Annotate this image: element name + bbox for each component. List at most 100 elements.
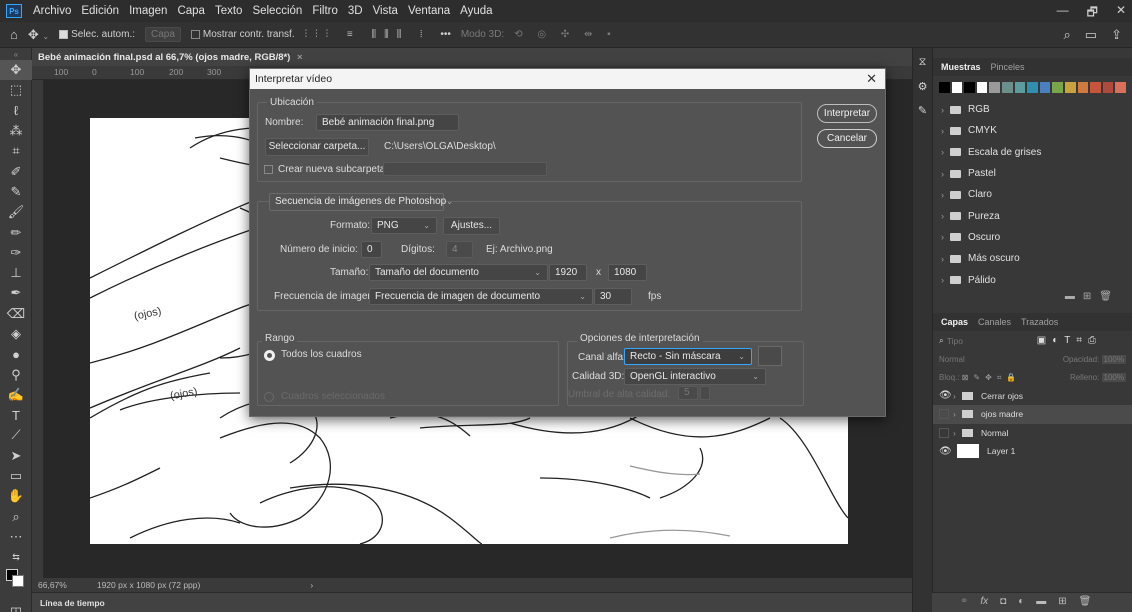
menu-vista[interactable]: Vista xyxy=(368,5,403,17)
menu-imagen[interactable]: Imagen xyxy=(124,5,172,17)
color-swatch[interactable] xyxy=(1077,82,1089,93)
name-input[interactable]: Bebé animación final.png xyxy=(316,114,459,131)
quality-3d-dropdown[interactable]: OpenGL interactivo ⌄ xyxy=(624,368,766,385)
brush-settings-icon[interactable]: ✎ xyxy=(913,104,932,128)
color-swatches[interactable] xyxy=(0,567,32,591)
timeline-label[interactable]: Línea de tiempo xyxy=(40,598,105,608)
status-arrow-icon[interactable]: › xyxy=(310,580,313,590)
close-icon[interactable]: ✕ xyxy=(866,69,877,89)
tab-channels[interactable]: Canales xyxy=(978,317,1011,327)
direct-selection-tool-icon[interactable]: ➤ xyxy=(0,446,32,466)
trash-icon[interactable]: 🗑 xyxy=(1099,291,1120,302)
close-window-button[interactable]: ✕ xyxy=(1116,3,1126,24)
properties-panel-icon[interactable]: ⚙ xyxy=(913,80,932,104)
height-input[interactable]: 1080 xyxy=(608,264,647,281)
color-swatch[interactable] xyxy=(1039,82,1051,93)
share-icon[interactable]: ⇪ xyxy=(1111,27,1122,43)
swatch-folder[interactable]: › Claro xyxy=(933,184,1132,205)
color-swatch[interactable] xyxy=(976,82,988,93)
blend-mode-dropdown[interactable]: Normal xyxy=(939,355,965,364)
workspace-icon[interactable]: ▭ xyxy=(1085,27,1097,43)
all-frames-radio[interactable] xyxy=(264,350,275,361)
eyedropper-tool-icon[interactable]: ✐ xyxy=(0,161,32,181)
swatch-folder[interactable]: › Escala de grises xyxy=(933,142,1132,163)
rectangle-tool-icon[interactable]: ▭ xyxy=(0,466,32,486)
swap-colors-icon[interactable]: ⇆ xyxy=(0,547,32,567)
auto-select-checkbox[interactable]: Selec. autom.: xyxy=(59,29,135,40)
marquee-tool-icon[interactable]: ⬚ xyxy=(0,80,32,100)
3d-mode-icons[interactable]: ⟲ ◎ ✣ ⇹ ▪ xyxy=(514,29,617,40)
quick-mask-icon[interactable]: ◫ xyxy=(0,601,32,612)
color-swatch[interactable] xyxy=(1090,82,1101,93)
settings-button[interactable]: Ajustes... xyxy=(443,217,500,235)
move-tool-icon[interactable]: ✥ ⌄ xyxy=(28,27,49,43)
align-icons[interactable]: ⫶⫶⫶ ≡ ⫼⫼⫼ ⦙ xyxy=(305,29,431,40)
history-brush-tool-icon[interactable]: ✒ xyxy=(0,283,32,303)
pen-tool-icon[interactable]: ✍ xyxy=(0,385,32,405)
color-swatch[interactable] xyxy=(1014,82,1026,93)
paint-bucket-tool-icon[interactable]: ◈ xyxy=(0,324,32,344)
visibility-toggle[interactable] xyxy=(939,409,949,420)
color-swatch[interactable] xyxy=(939,82,950,93)
color-swatch[interactable] xyxy=(1027,82,1038,93)
menu-filtro[interactable]: Filtro xyxy=(307,5,343,17)
home-icon[interactable]: ⌂ xyxy=(10,27,18,42)
layer-row[interactable]: › Normal xyxy=(933,424,1132,443)
new-swatch-icon[interactable]: ⊞ xyxy=(1083,291,1099,302)
selected-frames-radio[interactable] xyxy=(264,392,274,402)
hand-tool-icon[interactable]: ✋ xyxy=(0,486,32,506)
zoom-level[interactable]: 66,67% xyxy=(38,580,67,590)
lock-icons[interactable]: ⊠✎✥⌗🔒 xyxy=(962,373,1022,382)
mask-icon[interactable]: ◘ xyxy=(1000,596,1006,607)
tab-layers[interactable]: Capas xyxy=(941,317,968,327)
swatch-folder[interactable]: › Pureza xyxy=(933,205,1132,226)
cancel-button[interactable]: Cancelar xyxy=(817,129,877,148)
healing-brush-tool-icon[interactable]: ✎ xyxy=(0,182,32,202)
layer-row[interactable]: › ojos madre xyxy=(933,405,1132,424)
eye-icon[interactable]: 👁 xyxy=(939,446,953,457)
color-swatch[interactable] xyxy=(1001,82,1013,93)
tab-swatches[interactable]: Muestras xyxy=(941,62,981,72)
start-number-input[interactable]: 0 xyxy=(361,241,382,258)
brush-tool-icon[interactable]: 🖌 xyxy=(0,202,32,222)
fps-input[interactable]: 30 xyxy=(594,288,632,305)
auto-select-target-dropdown[interactable]: Capa xyxy=(145,27,181,42)
mixer-brush-tool-icon[interactable]: ✏ xyxy=(0,222,32,242)
chevron-right-icon[interactable]: › xyxy=(953,409,962,419)
collapse-icon[interactable]: « xyxy=(0,48,32,60)
digits-input[interactable]: 4 xyxy=(446,241,473,258)
pencil-tool-icon[interactable]: ✑ xyxy=(0,243,32,263)
menu-ventana[interactable]: Ventana xyxy=(403,5,455,17)
layer-filter-input[interactable]: Tipo xyxy=(947,336,1037,346)
color-swatch[interactable] xyxy=(1052,82,1063,93)
type-tool-icon[interactable]: T xyxy=(0,405,32,425)
more-options-button[interactable]: ••• xyxy=(440,29,451,40)
create-subfolder-checkbox[interactable] xyxy=(264,165,273,174)
select-folder-button[interactable]: Seleccionar carpeta... xyxy=(265,138,369,156)
minimize-button[interactable]: — xyxy=(1057,3,1069,24)
menu-archivo[interactable]: Archivo xyxy=(28,5,76,17)
path-selection-tool-icon[interactable]: ⟋ xyxy=(0,425,32,445)
history-panel-icon[interactable]: ⧖ xyxy=(913,56,932,80)
sequence-type-dropdown[interactable]: Secuencia de imágenes de Photoshop ⌄ xyxy=(269,193,453,211)
fill-field[interactable]: 100% xyxy=(1101,373,1126,383)
chevron-right-icon[interactable]: › xyxy=(953,391,962,401)
filter-icons[interactable]: ▣◐T⌗⎙ xyxy=(1037,335,1102,346)
crop-tool-icon[interactable]: ⌗ xyxy=(0,141,32,161)
visibility-toggle[interactable] xyxy=(939,427,949,438)
menu-edicion[interactable]: Edición xyxy=(76,5,124,17)
layer-row[interactable]: 👁 › Cerrar ojos xyxy=(933,387,1132,406)
move-tool-icon[interactable]: ✥ xyxy=(0,60,32,81)
new-group-icon[interactable]: ▬ xyxy=(1065,291,1083,302)
chevron-right-icon[interactable]: › xyxy=(953,428,962,438)
document-tab[interactable]: Bebé animación final.psd al 66,7% (ojos … xyxy=(32,52,309,66)
tab-brushes[interactable]: Pinceles xyxy=(991,62,1025,72)
alpha-channel-dropdown[interactable]: Recto - Sin máscara ⌄ xyxy=(624,348,752,365)
high-quality-threshold-input[interactable]: 5 xyxy=(678,386,698,400)
swatch-folder[interactable]: › Oscuro xyxy=(933,227,1132,248)
tab-paths[interactable]: Trazados xyxy=(1021,317,1058,327)
framerate-dropdown[interactable]: Frecuencia de imagen de documento ⌄ xyxy=(369,288,593,305)
clone-stamp-tool-icon[interactable]: ⊥ xyxy=(0,263,32,283)
edit-toolbar-icon[interactable]: ⋯ xyxy=(0,527,32,547)
search-icon[interactable]: ⌕ xyxy=(1064,27,1071,43)
